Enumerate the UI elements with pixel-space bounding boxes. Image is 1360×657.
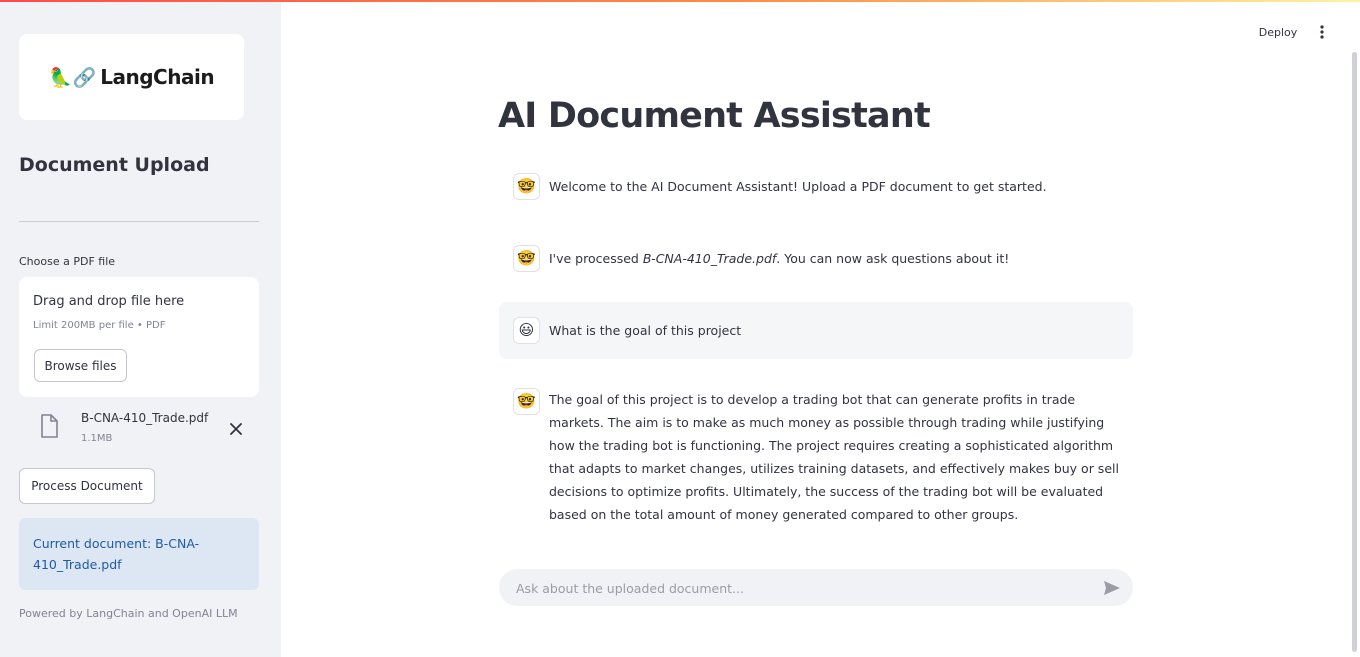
close-icon (230, 423, 242, 435)
chat-input-container (499, 569, 1133, 608)
document-name-emphasis: B-CNA-410_Trade.pdf (642, 251, 777, 266)
sidebar-heading: Document Upload (19, 154, 210, 176)
file-uploader-label: Choose a PDF file (19, 255, 116, 268)
send-button[interactable] (1099, 575, 1125, 601)
uploaded-file-size: 1.1MB (81, 433, 113, 444)
deploy-button[interactable]: Deploy (1250, 20, 1306, 44)
message-text: Welcome to the AI Document Assistant! Up… (549, 179, 1047, 194)
dropzone-instructions: Drag and drop file here (33, 294, 185, 309)
message-text: What is the goal of this project (549, 323, 742, 338)
uploaded-file-name: B-CNA-410_Trade.pdf (81, 411, 209, 425)
uploaded-file: B-CNA-410_Trade.pdf 1.1MB (19, 406, 259, 452)
assistant-avatar-icon: 🤓 (513, 173, 540, 200)
main-menu-button[interactable] (1310, 20, 1334, 44)
browse-files-button[interactable]: Browse files (34, 349, 127, 382)
message-text-suffix: . You can now ask questions about it! (776, 251, 1010, 266)
chat-message-user: 😃 What is the goal of this project (499, 302, 1133, 359)
assistant-avatar-icon: 🤓 (513, 388, 540, 415)
langchain-logo: 🦜🔗 LangChain (19, 34, 244, 120)
dropzone-limit: Limit 200MB per file • PDF (33, 320, 166, 331)
parrot-link-icon: 🦜🔗 (48, 66, 97, 89)
logo-text: LangChain (100, 65, 215, 89)
page-title: AI Document Assistant (498, 96, 931, 136)
message-text: The goal of this project is to develop a… (549, 392, 1119, 522)
sidebar: 🦜🔗 LangChain Document Upload Choose a PD… (0, 2, 281, 657)
chat-message-assistant: 🤓 I've processed B-CNA-410_Trade.pdf. Yo… (499, 242, 1133, 278)
remove-file-button[interactable] (225, 418, 247, 440)
main-scrollbar[interactable] (1352, 52, 1357, 652)
user-avatar-icon: 😃 (513, 317, 540, 344)
message-text: I've processed B-CNA-410_Trade.pdf. You … (549, 247, 1131, 270)
message-text-prefix: I've processed (549, 251, 643, 266)
chat-message-assistant: 🤓 The goal of this project is to develop… (499, 384, 1133, 534)
more-vertical-icon (1320, 25, 1324, 39)
assistant-avatar-icon: 🤓 (513, 245, 540, 272)
chat-input[interactable] (514, 569, 1098, 608)
sidebar-footer: Powered by LangChain and OpenAI LLM (19, 607, 238, 620)
file-dropzone[interactable]: Drag and drop file here Limit 200MB per … (19, 277, 259, 397)
send-icon (1104, 581, 1120, 595)
chat-message-assistant: 🤓 Welcome to the AI Document Assistant! … (499, 170, 1133, 206)
file-icon (41, 414, 58, 438)
current-document-info: Current document: B-CNA-410_Trade.pdf (19, 518, 259, 590)
process-document-button[interactable]: Process Document (19, 468, 155, 504)
sidebar-divider (19, 221, 259, 222)
